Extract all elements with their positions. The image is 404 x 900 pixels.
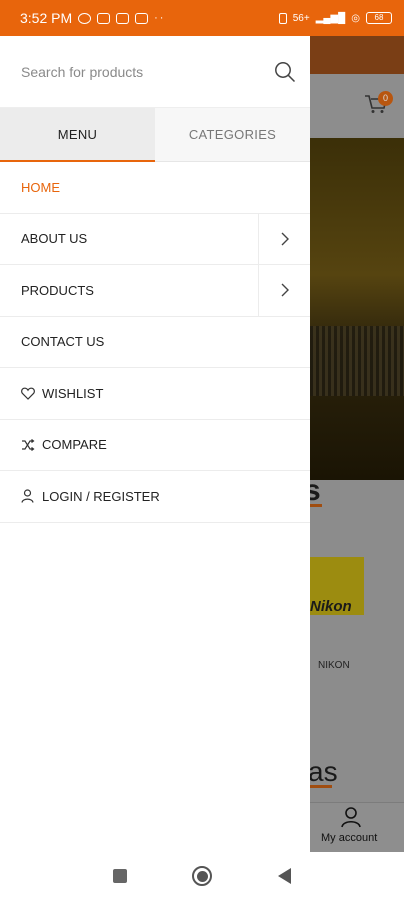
- menu-item-about-us[interactable]: ABOUT US: [0, 213, 310, 265]
- chevron-right-icon[interactable]: [258, 213, 310, 264]
- alarm-icon: [78, 12, 92, 24]
- wifi-icon: ◎: [351, 12, 360, 24]
- signal-icon: ▂▄▆█: [315, 12, 346, 24]
- account-icon: [341, 807, 361, 828]
- background-header: [310, 36, 404, 74]
- section-heading-fragment: s: [310, 474, 321, 507]
- menu-item-login-register[interactable]: LOGIN / REGISTER: [0, 471, 310, 523]
- gmail-icon: [135, 12, 149, 24]
- chevron-right-icon[interactable]: [258, 265, 310, 316]
- menu-item-label: LOGIN / REGISTER: [42, 488, 160, 504]
- sim-icon: [278, 12, 287, 24]
- home-button[interactable]: [192, 866, 213, 886]
- battery-icon: 68: [366, 12, 392, 24]
- more-notifications-icon: ··: [154, 12, 166, 24]
- hero-reflection: [310, 326, 404, 396]
- menu-item-compare[interactable]: COMPARE: [0, 420, 310, 471]
- my-account-label: My account: [321, 832, 378, 844]
- side-drawer: MENU CATEGORIES HOME ABOUT US PRODUCTS C…: [0, 36, 310, 852]
- notification-icons: ··: [78, 12, 165, 24]
- heart-icon: [21, 386, 35, 400]
- heading-underline-2: [310, 785, 332, 788]
- menu-item-label: WISHLIST: [42, 385, 104, 401]
- status-time: 3:52 PM: [20, 10, 73, 26]
- shuffle-icon: [21, 438, 35, 452]
- user-icon: [21, 489, 35, 503]
- menu-item-contact-us[interactable]: CONTACT US: [0, 317, 310, 368]
- search-input[interactable]: [21, 63, 274, 80]
- menu-item-products[interactable]: PRODUCTS: [0, 265, 310, 317]
- section-heading-fragment-2: as: [310, 756, 338, 787]
- menu-item-label: PRODUCTS: [21, 282, 94, 298]
- cart-count-badge: 0: [378, 91, 393, 106]
- search-icon[interactable]: [274, 61, 296, 83]
- system-navigation-bar: [0, 852, 404, 900]
- hero-banner-image: [310, 138, 404, 480]
- youtube-icon: [116, 12, 130, 24]
- back-button[interactable]: [278, 868, 292, 884]
- menu-item-wishlist[interactable]: WISHLIST: [0, 368, 310, 420]
- background-page-overlay[interactable]: 0 s Nikon NIKON as My account: [310, 36, 404, 852]
- status-bar: 3:52 PM ·· 56+ ▂▄▆█ ◎ 68: [0, 0, 404, 36]
- tab-categories[interactable]: CATEGORIES: [155, 108, 310, 162]
- system-icons: 56+ ▂▄▆█ ◎ 68: [278, 12, 392, 24]
- network-type: 56+: [292, 12, 310, 24]
- brand-label: NIKON: [318, 660, 350, 671]
- search-bar: [0, 36, 310, 108]
- drawer-tabs: MENU CATEGORIES: [0, 108, 310, 162]
- menu-item-label: CONTACT US: [21, 334, 105, 350]
- background-toolbar: [310, 74, 404, 136]
- recent-apps-button[interactable]: [112, 869, 127, 883]
- menu-item-label: COMPARE: [42, 437, 107, 453]
- menu-item-label: ABOUT US: [21, 231, 88, 247]
- menu-item-label: HOME: [21, 179, 60, 195]
- notification-icon: [97, 12, 111, 24]
- menu-item-home[interactable]: HOME: [0, 162, 310, 214]
- heading-underline: [310, 504, 322, 507]
- brand-logo-text: Nikon: [310, 598, 352, 615]
- tab-menu[interactable]: MENU: [0, 108, 155, 162]
- home-dot-icon: [196, 870, 208, 882]
